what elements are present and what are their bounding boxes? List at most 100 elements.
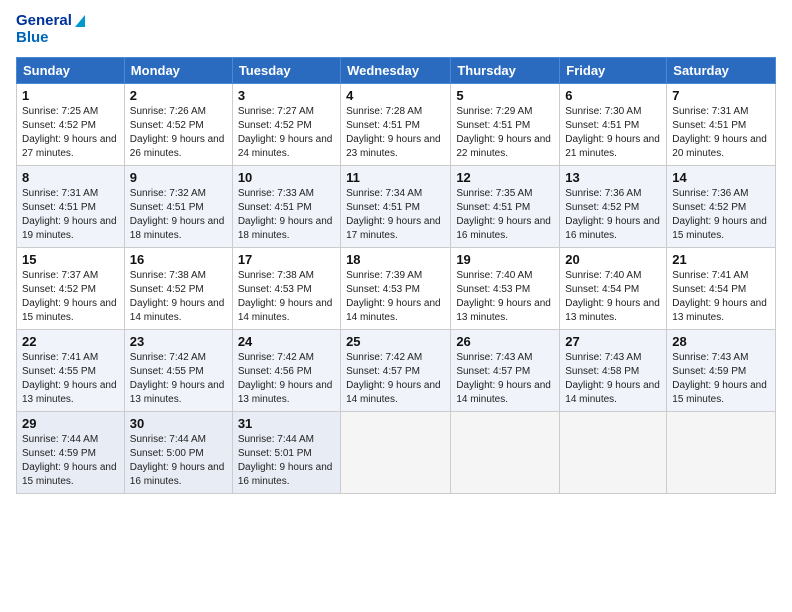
day-number: 30 bbox=[130, 416, 227, 431]
day-info: Sunrise: 7:26 AM Sunset: 4:52 PM Dayligh… bbox=[130, 105, 227, 161]
day-number: 16 bbox=[130, 252, 227, 267]
day-header-monday: Monday bbox=[124, 57, 232, 83]
day-info: Sunrise: 7:38 AM Sunset: 4:53 PM Dayligh… bbox=[238, 269, 335, 325]
day-number: 9 bbox=[130, 170, 227, 185]
day-header-wednesday: Wednesday bbox=[341, 57, 451, 83]
day-info: Sunrise: 7:37 AM Sunset: 4:52 PM Dayligh… bbox=[22, 269, 119, 325]
day-info: Sunrise: 7:40 AM Sunset: 4:54 PM Dayligh… bbox=[565, 269, 661, 325]
calendar-cell: 5 Sunrise: 7:29 AM Sunset: 4:51 PM Dayli… bbox=[451, 83, 560, 165]
day-info: Sunrise: 7:42 AM Sunset: 4:56 PM Dayligh… bbox=[238, 351, 335, 407]
day-number: 29 bbox=[22, 416, 119, 431]
day-info: Sunrise: 7:44 AM Sunset: 4:59 PM Dayligh… bbox=[22, 433, 119, 489]
day-number: 12 bbox=[456, 170, 554, 185]
day-number: 8 bbox=[22, 170, 119, 185]
day-info: Sunrise: 7:36 AM Sunset: 4:52 PM Dayligh… bbox=[565, 187, 661, 243]
day-info: Sunrise: 7:35 AM Sunset: 4:51 PM Dayligh… bbox=[456, 187, 554, 243]
calendar-cell: 1 Sunrise: 7:25 AM Sunset: 4:52 PM Dayli… bbox=[17, 83, 125, 165]
calendar-cell: 19 Sunrise: 7:40 AM Sunset: 4:53 PM Dayl… bbox=[451, 247, 560, 329]
calendar-cell: 26 Sunrise: 7:43 AM Sunset: 4:57 PM Dayl… bbox=[451, 329, 560, 411]
day-header-saturday: Saturday bbox=[667, 57, 776, 83]
day-number: 1 bbox=[22, 88, 119, 103]
day-info: Sunrise: 7:43 AM Sunset: 4:59 PM Dayligh… bbox=[672, 351, 770, 407]
day-number: 27 bbox=[565, 334, 661, 349]
day-number: 18 bbox=[346, 252, 445, 267]
day-info: Sunrise: 7:39 AM Sunset: 4:53 PM Dayligh… bbox=[346, 269, 445, 325]
calendar-cell: 23 Sunrise: 7:42 AM Sunset: 4:55 PM Dayl… bbox=[124, 329, 232, 411]
day-number: 21 bbox=[672, 252, 770, 267]
day-info: Sunrise: 7:40 AM Sunset: 4:53 PM Dayligh… bbox=[456, 269, 554, 325]
day-info: Sunrise: 7:44 AM Sunset: 5:01 PM Dayligh… bbox=[238, 433, 335, 489]
calendar-cell: 30 Sunrise: 7:44 AM Sunset: 5:00 PM Dayl… bbox=[124, 411, 232, 493]
day-header-tuesday: Tuesday bbox=[232, 57, 340, 83]
calendar-cell: 28 Sunrise: 7:43 AM Sunset: 4:59 PM Dayl… bbox=[667, 329, 776, 411]
day-info: Sunrise: 7:44 AM Sunset: 5:00 PM Dayligh… bbox=[130, 433, 227, 489]
day-number: 24 bbox=[238, 334, 335, 349]
calendar-cell: 31 Sunrise: 7:44 AM Sunset: 5:01 PM Dayl… bbox=[232, 411, 340, 493]
calendar-cell: 29 Sunrise: 7:44 AM Sunset: 4:59 PM Dayl… bbox=[17, 411, 125, 493]
day-info: Sunrise: 7:28 AM Sunset: 4:51 PM Dayligh… bbox=[346, 105, 445, 161]
day-info: Sunrise: 7:43 AM Sunset: 4:58 PM Dayligh… bbox=[565, 351, 661, 407]
calendar-cell: 22 Sunrise: 7:41 AM Sunset: 4:55 PM Dayl… bbox=[17, 329, 125, 411]
calendar-cell: 6 Sunrise: 7:30 AM Sunset: 4:51 PM Dayli… bbox=[560, 83, 667, 165]
day-number: 11 bbox=[346, 170, 445, 185]
calendar-cell: 4 Sunrise: 7:28 AM Sunset: 4:51 PM Dayli… bbox=[341, 83, 451, 165]
day-number: 2 bbox=[130, 88, 227, 103]
calendar-cell: 13 Sunrise: 7:36 AM Sunset: 4:52 PM Dayl… bbox=[560, 165, 667, 247]
calendar-cell: 25 Sunrise: 7:42 AM Sunset: 4:57 PM Dayl… bbox=[341, 329, 451, 411]
day-info: Sunrise: 7:32 AM Sunset: 4:51 PM Dayligh… bbox=[130, 187, 227, 243]
day-info: Sunrise: 7:41 AM Sunset: 4:54 PM Dayligh… bbox=[672, 269, 770, 325]
day-number: 3 bbox=[238, 88, 335, 103]
day-number: 31 bbox=[238, 416, 335, 431]
calendar-cell: 14 Sunrise: 7:36 AM Sunset: 4:52 PM Dayl… bbox=[667, 165, 776, 247]
calendar-table: SundayMondayTuesdayWednesdayThursdayFrid… bbox=[16, 57, 776, 494]
calendar-cell: 27 Sunrise: 7:43 AM Sunset: 4:58 PM Dayl… bbox=[560, 329, 667, 411]
calendar-cell: 12 Sunrise: 7:35 AM Sunset: 4:51 PM Dayl… bbox=[451, 165, 560, 247]
day-info: Sunrise: 7:34 AM Sunset: 4:51 PM Dayligh… bbox=[346, 187, 445, 243]
day-number: 14 bbox=[672, 170, 770, 185]
day-info: Sunrise: 7:41 AM Sunset: 4:55 PM Dayligh… bbox=[22, 351, 119, 407]
calendar-cell: 16 Sunrise: 7:38 AM Sunset: 4:52 PM Dayl… bbox=[124, 247, 232, 329]
day-number: 20 bbox=[565, 252, 661, 267]
day-number: 19 bbox=[456, 252, 554, 267]
day-number: 7 bbox=[672, 88, 770, 103]
calendar-cell: 11 Sunrise: 7:34 AM Sunset: 4:51 PM Dayl… bbox=[341, 165, 451, 247]
calendar-cell: 2 Sunrise: 7:26 AM Sunset: 4:52 PM Dayli… bbox=[124, 83, 232, 165]
day-number: 15 bbox=[22, 252, 119, 267]
day-number: 10 bbox=[238, 170, 335, 185]
calendar-cell: 3 Sunrise: 7:27 AM Sunset: 4:52 PM Dayli… bbox=[232, 83, 340, 165]
day-info: Sunrise: 7:42 AM Sunset: 4:55 PM Dayligh… bbox=[130, 351, 227, 407]
day-header-thursday: Thursday bbox=[451, 57, 560, 83]
logo-text: General Blue bbox=[16, 12, 85, 47]
page-header: General Blue bbox=[16, 12, 776, 47]
calendar-cell: 17 Sunrise: 7:38 AM Sunset: 4:53 PM Dayl… bbox=[232, 247, 340, 329]
day-number: 25 bbox=[346, 334, 445, 349]
calendar-cell: 8 Sunrise: 7:31 AM Sunset: 4:51 PM Dayli… bbox=[17, 165, 125, 247]
calendar-cell: 21 Sunrise: 7:41 AM Sunset: 4:54 PM Dayl… bbox=[667, 247, 776, 329]
day-info: Sunrise: 7:27 AM Sunset: 4:52 PM Dayligh… bbox=[238, 105, 335, 161]
day-header-friday: Friday bbox=[560, 57, 667, 83]
calendar-cell: 15 Sunrise: 7:37 AM Sunset: 4:52 PM Dayl… bbox=[17, 247, 125, 329]
day-number: 13 bbox=[565, 170, 661, 185]
day-info: Sunrise: 7:31 AM Sunset: 4:51 PM Dayligh… bbox=[672, 105, 770, 161]
calendar-cell bbox=[341, 411, 451, 493]
calendar-cell bbox=[451, 411, 560, 493]
day-number: 17 bbox=[238, 252, 335, 267]
day-number: 22 bbox=[22, 334, 119, 349]
day-number: 4 bbox=[346, 88, 445, 103]
day-info: Sunrise: 7:42 AM Sunset: 4:57 PM Dayligh… bbox=[346, 351, 445, 407]
calendar-cell: 24 Sunrise: 7:42 AM Sunset: 4:56 PM Dayl… bbox=[232, 329, 340, 411]
calendar-cell bbox=[560, 411, 667, 493]
day-info: Sunrise: 7:30 AM Sunset: 4:51 PM Dayligh… bbox=[565, 105, 661, 161]
day-info: Sunrise: 7:33 AM Sunset: 4:51 PM Dayligh… bbox=[238, 187, 335, 243]
calendar-cell: 10 Sunrise: 7:33 AM Sunset: 4:51 PM Dayl… bbox=[232, 165, 340, 247]
day-number: 26 bbox=[456, 334, 554, 349]
day-number: 23 bbox=[130, 334, 227, 349]
day-header-sunday: Sunday bbox=[17, 57, 125, 83]
day-info: Sunrise: 7:31 AM Sunset: 4:51 PM Dayligh… bbox=[22, 187, 119, 243]
day-info: Sunrise: 7:36 AM Sunset: 4:52 PM Dayligh… bbox=[672, 187, 770, 243]
calendar-cell: 20 Sunrise: 7:40 AM Sunset: 4:54 PM Dayl… bbox=[560, 247, 667, 329]
calendar-cell: 9 Sunrise: 7:32 AM Sunset: 4:51 PM Dayli… bbox=[124, 165, 232, 247]
day-info: Sunrise: 7:38 AM Sunset: 4:52 PM Dayligh… bbox=[130, 269, 227, 325]
day-info: Sunrise: 7:43 AM Sunset: 4:57 PM Dayligh… bbox=[456, 351, 554, 407]
logo: General Blue bbox=[16, 12, 85, 47]
